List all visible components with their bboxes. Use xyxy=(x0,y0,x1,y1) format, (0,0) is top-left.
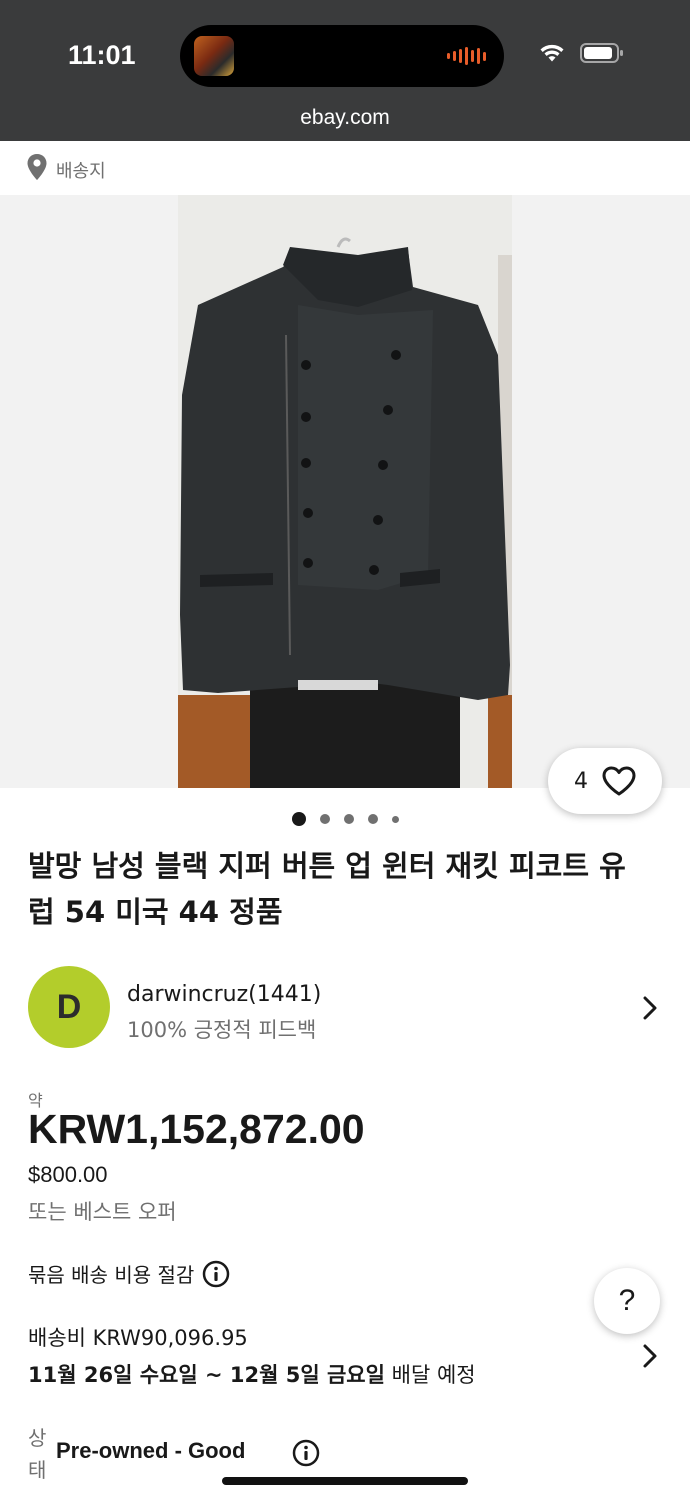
battery-icon xyxy=(580,43,623,63)
heart-icon xyxy=(602,766,636,796)
shipping-cost: 배송비 KRW90,096.95 xyxy=(28,1326,248,1350)
carousel-dot[interactable] xyxy=(319,814,330,824)
carousel-dot[interactable] xyxy=(391,815,399,823)
listing-title: 발망 남성 블랙 지퍼 버튼 업 윈터 재킷 피코트 유럽 54 미국 44 정… xyxy=(28,849,626,929)
ship-to-location[interactable]: 배송지 xyxy=(0,141,690,195)
audio-waveform-icon xyxy=(447,47,486,65)
price-usd: $800.00 xyxy=(28,1162,108,1187)
shipping-chevron-right-icon[interactable] xyxy=(640,1342,660,1370)
seller-row[interactable]: D darwincruz(1441) 100% 긍정적 피드백 xyxy=(0,962,690,1054)
wifi-icon xyxy=(540,44,564,62)
home-indicator[interactable] xyxy=(222,1477,468,1485)
carousel-dot[interactable] xyxy=(291,812,306,826)
status-bar: 11:01 ebay.com xyxy=(0,0,690,141)
combined-shipping-label: 묶음 배송 비용 절감 xyxy=(28,1263,195,1287)
clock: 11:01 xyxy=(68,40,136,70)
condition-label: 상태 xyxy=(28,1426,47,1482)
carousel-indicator xyxy=(0,812,690,826)
image-gallery[interactable] xyxy=(0,195,690,788)
watch-button[interactable]: 4 xyxy=(548,748,662,814)
product-photo[interactable] xyxy=(178,195,512,788)
delivery-estimate: 11월 26일 수요일 ~ 12월 5일 금요일 배달 예정 xyxy=(28,1359,476,1389)
delivery-suffix: 배달 예정 xyxy=(384,1363,476,1387)
combined-shipping: 묶음 배송 비용 절감 xyxy=(28,1259,230,1288)
carousel-dot[interactable] xyxy=(343,814,354,824)
seller-avatar: D xyxy=(28,966,110,1048)
seller-name: darwincruz(1441) xyxy=(127,982,322,1007)
now-playing-thumbnail xyxy=(194,36,234,76)
carousel-dot[interactable] xyxy=(367,814,378,824)
price-krw: KRW1,152,872.00 xyxy=(28,1106,365,1152)
chevron-right-icon xyxy=(643,996,657,1020)
delivery-date-range: 11월 26일 수요일 ~ 12월 5일 금요일 xyxy=(28,1363,385,1387)
best-offer-label: 또는 베스트 오퍼 xyxy=(28,1200,177,1224)
condition-value: Pre-owned - Good xyxy=(56,1438,246,1463)
dynamic-island[interactable] xyxy=(180,25,504,87)
location-pin-icon xyxy=(27,154,47,180)
seller-feedback: 100% 긍정적 피드백 xyxy=(127,1018,317,1042)
watch-count: 4 xyxy=(574,768,588,794)
system-icons xyxy=(538,42,624,64)
jacket-photo-illustration xyxy=(178,195,512,788)
info-icon[interactable] xyxy=(202,1260,230,1288)
condition-info-icon[interactable] xyxy=(292,1439,320,1467)
help-button[interactable]: ? xyxy=(594,1268,660,1334)
location-label: 배송지 xyxy=(56,161,106,182)
address-bar-url[interactable]: ebay.com xyxy=(0,106,690,130)
